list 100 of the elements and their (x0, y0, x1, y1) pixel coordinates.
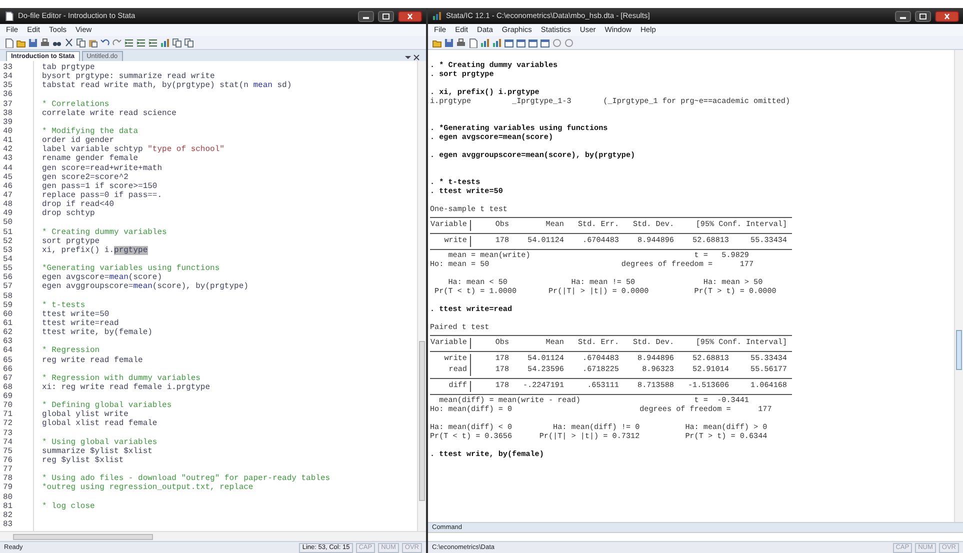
line-number: 72 (2, 419, 14, 429)
line-number: 69 (2, 392, 14, 402)
line-number: 71 (2, 410, 14, 420)
redo-icon[interactable] (112, 38, 122, 48)
line-number: 63 (2, 337, 14, 346)
code-line: global xlist read female (42, 419, 158, 429)
print-icon[interactable] (456, 38, 466, 48)
line-number: 40 (2, 126, 14, 136)
indent-icon[interactable] (124, 38, 134, 48)
code-line: sort prgtype (42, 236, 101, 246)
code-line: reg $ylist $xlist (42, 456, 125, 466)
line-number: 73 (2, 428, 14, 438)
code-line: egen avggroupscore=mean(score), by(prgtype) (42, 282, 250, 292)
line-number: 64 (2, 346, 14, 356)
maximize-icon[interactable] (915, 10, 931, 22)
horizontal-scrollbar[interactable] (0, 531, 426, 541)
chart-icon[interactable] (492, 38, 502, 48)
code-line: ttest write=read (42, 318, 120, 328)
command-field[interactable] (428, 532, 963, 541)
line-number: 82 (2, 510, 14, 520)
code-line: * Correlations (42, 100, 110, 109)
vertical-scrollbar[interactable] (417, 61, 426, 531)
code-line: label variable schtyp "type of school" (42, 145, 226, 154)
copy-icon[interactable] (76, 38, 86, 48)
line-number: 74 (2, 438, 14, 447)
line-number: 66 (2, 364, 14, 374)
minimize-icon[interactable] (895, 10, 911, 22)
circle-icon[interactable] (552, 38, 562, 48)
indent-icon[interactable] (136, 38, 146, 48)
indent-icon[interactable] (148, 38, 158, 48)
line-number: 48 (2, 200, 14, 210)
line-number: 34 (2, 72, 14, 82)
line-number: 70 (2, 401, 14, 410)
line-number: 44 (2, 164, 14, 173)
window-icon[interactable] (504, 38, 514, 48)
print-icon[interactable] (40, 38, 50, 48)
line-number: 42 (2, 145, 14, 154)
code-line: * Using global variables (42, 438, 158, 447)
code-line: * Creating dummy variables (42, 228, 168, 237)
code-line: correlate write read science (42, 108, 178, 118)
code-line: drop if read<40 (42, 200, 116, 210)
line-number: 43 (2, 154, 14, 164)
minimize-icon[interactable] (358, 10, 374, 22)
line-number: 55 (2, 264, 14, 274)
line-number: 54 (2, 254, 14, 264)
line-number: 68 (2, 382, 14, 392)
chart-icon (432, 11, 442, 21)
code-line: drop schtyp (42, 209, 96, 218)
line-number: 52 (2, 236, 14, 246)
code-line: bysort prgtype: summarize read write (42, 72, 216, 82)
paste-icon[interactable] (88, 38, 98, 48)
code-line: * Regression with dummy variables (42, 374, 202, 383)
code-line: *outreg using regression_output.txt, replace (42, 483, 254, 493)
code-line: gen score=read+write+math (42, 164, 164, 173)
document-icon (4, 11, 14, 21)
code-line: egen avgscore=mean(score) (42, 273, 162, 282)
code-line: gen pass=1 if score>=150 (42, 182, 158, 191)
code-line: * Defining global variables (42, 401, 173, 410)
code-line: summarize $ylist $xlist (42, 446, 154, 456)
window-icon[interactable] (540, 38, 550, 48)
line-number: 53 (2, 246, 14, 255)
code-line: ttest write, by(female) (42, 328, 154, 338)
line-number: 56 (2, 273, 14, 282)
code-line: *Generating variables using functions (42, 264, 221, 274)
line-number: 65 (2, 356, 14, 365)
line-number: 83 (2, 520, 14, 530)
line-number: 67 (2, 374, 14, 383)
code-line: tab prgtype (42, 63, 96, 72)
line-number: 81 (2, 502, 14, 511)
line-number: 50 (2, 218, 14, 228)
line-number: 60 (2, 310, 14, 319)
line-number: 51 (2, 228, 14, 237)
circle-icon[interactable] (564, 38, 574, 48)
vertical-scrollbar[interactable] (954, 50, 963, 522)
window-icon[interactable] (528, 38, 538, 48)
line-number: 76 (2, 456, 14, 466)
line-number: 35 (2, 81, 14, 90)
code-line: reg write read female (42, 356, 144, 365)
line-number: 45 (2, 172, 14, 182)
scissors-icon[interactable] (64, 38, 74, 48)
save-icon[interactable] (28, 38, 38, 48)
line-number: 78 (2, 474, 14, 484)
line-number: 79 (2, 483, 14, 493)
code-line: gen score2=score^2 (42, 172, 130, 182)
close-icon[interactable] (935, 10, 959, 22)
undo-icon[interactable] (100, 38, 110, 48)
code-line: * log close (42, 502, 96, 511)
line-number: 46 (2, 182, 14, 191)
close-icon[interactable] (413, 53, 420, 61)
chart-icon[interactable] (160, 38, 170, 48)
maximize-icon[interactable] (378, 10, 394, 22)
window-icon[interactable] (516, 38, 526, 48)
close-icon[interactable] (398, 10, 422, 22)
code-line: rename gender female (42, 154, 138, 164)
chart-icon[interactable] (480, 38, 490, 48)
line-number: 41 (2, 136, 14, 146)
line-number: 57 (2, 282, 14, 292)
line-number: 80 (2, 492, 14, 502)
save-icon[interactable] (444, 38, 454, 48)
dropdown-icon[interactable] (405, 53, 411, 61)
